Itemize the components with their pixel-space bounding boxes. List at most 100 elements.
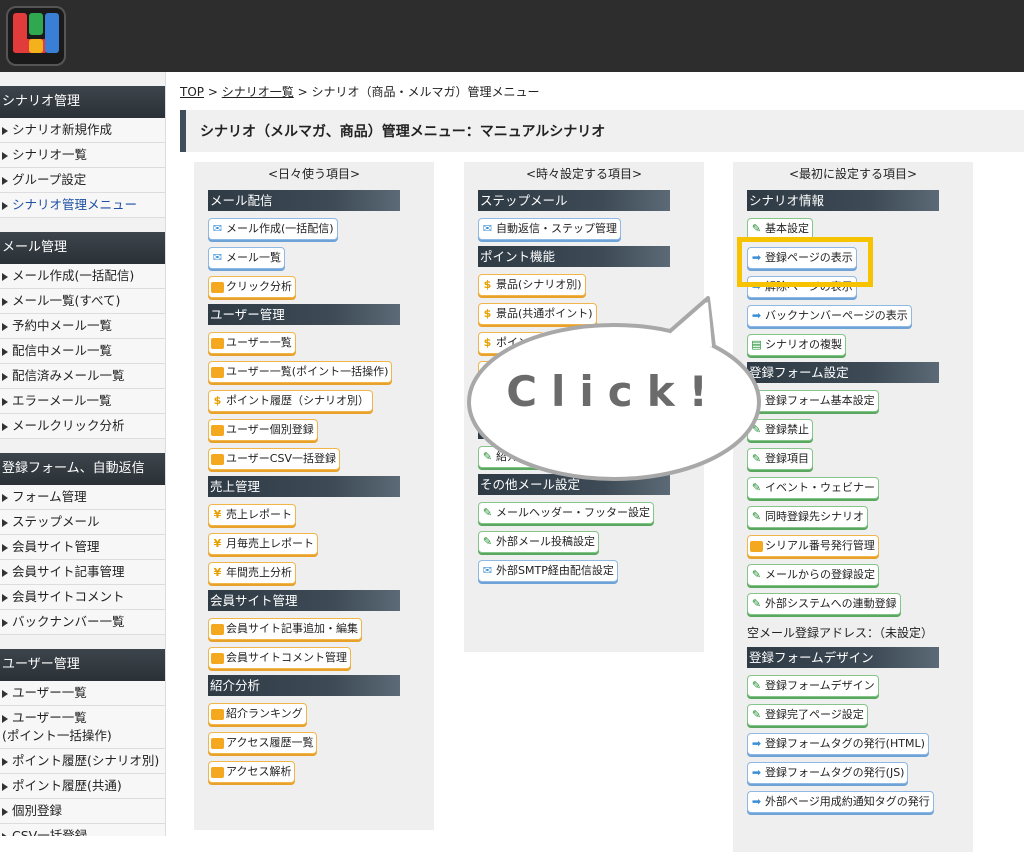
sidebar-item[interactable]: エラーメール一覧	[0, 389, 165, 414]
menu-button[interactable]: ✎ 外部システムへの連動登録	[747, 593, 901, 615]
breadcrumb-separator: >	[207, 85, 218, 99]
section-header: ユーザー管理	[208, 304, 400, 325]
sidebar-item[interactable]: 配信済みメール一覧	[0, 364, 165, 389]
menu-button[interactable]: ✎ 登録完了ページ設定	[747, 704, 868, 726]
menu-button[interactable]: ✎ 登録フォームデザイン	[747, 675, 879, 697]
sidebar-item-label: 配信済みメール一覧	[12, 368, 125, 383]
sidebar-item-label: 配信中メール一覧	[12, 343, 113, 358]
menu-button[interactable]: ✉ メール作成(一括配信)	[208, 218, 338, 240]
menu-button[interactable]: ¥ 年間売上分析	[208, 562, 296, 584]
sidebar-item-label: ポイント履歴(シナリオ別)	[12, 753, 160, 768]
sidebar-item[interactable]: 個別登録	[0, 799, 165, 824]
menu-button[interactable]: クリック分析	[208, 276, 296, 298]
sidebar-item[interactable]: メール一覧(すべて)	[0, 289, 165, 314]
id-card-icon	[211, 281, 224, 293]
section-header: 売上管理	[208, 476, 400, 497]
menu-button[interactable]: ユーザー個別登録	[208, 419, 318, 441]
menu-button[interactable]: ✉ 自動返信・ステップ管理	[478, 218, 621, 240]
chevron-right-icon	[2, 689, 8, 698]
sidebar-item[interactable]: シナリオ一覧	[0, 143, 165, 168]
sidebar-item[interactable]: シナリオ管理メニュー	[0, 193, 165, 218]
menu-button[interactable]: シリアル番号発行管理	[747, 535, 879, 557]
pencil-icon: ✎	[751, 679, 762, 692]
menu-button[interactable]: ✎登録フォーム基本設定	[747, 390, 879, 412]
sidebar-item[interactable]: 予約中メール一覧	[0, 314, 165, 339]
menu-button-label: 売上レポート	[226, 508, 292, 521]
dollar-icon: $	[213, 394, 222, 407]
sidebar-item[interactable]: メールクリック分析	[0, 414, 165, 439]
menu-button[interactable]: ✉ メール一覧	[208, 247, 285, 269]
sidebar-item[interactable]: ポイント履歴(シナリオ別)	[0, 749, 165, 774]
click-speech-bubble: Click!	[464, 292, 764, 482]
chevron-right-icon	[2, 151, 8, 160]
sidebar-item-label: メール一覧(すべて)	[12, 293, 121, 308]
breadcrumb-top-link[interactable]: TOP	[180, 85, 204, 99]
chevron-right-icon	[2, 568, 8, 577]
chevron-right-icon	[2, 176, 8, 185]
menu-button[interactable]: ¥ 月毎売上レポート	[208, 533, 318, 555]
menu-button[interactable]: ✎ 同時登録先シナリオ	[747, 506, 868, 528]
sidebar-item[interactable]: ステップメール	[0, 510, 165, 535]
yen-icon: ¥	[213, 566, 222, 579]
sidebar-item[interactable]: ユーザー一覧	[0, 681, 165, 706]
pencil-icon: ✎	[751, 708, 762, 721]
chevron-right-icon	[2, 807, 8, 816]
menu-button-label: メールヘッダー・フッター設定	[496, 506, 650, 519]
menu-button[interactable]: ✎ メールからの登録設定	[747, 564, 879, 586]
sidebar-item-label: 個別登録	[12, 803, 63, 818]
sidebar-item-label: ユーザー一覧 (ポイント一括操作)	[2, 710, 112, 743]
sidebar-item-label: エラーメール一覧	[12, 393, 112, 408]
sidebar-item-label: グループ設定	[12, 172, 87, 187]
id-card-icon	[211, 337, 224, 349]
sidebar-item[interactable]: グループ設定	[0, 168, 165, 193]
menu-button[interactable]: ユーザー一覧	[208, 332, 296, 354]
menu-button-label: 登録フォームデザイン	[765, 679, 875, 692]
menu-button[interactable]: ➡ 外部ページ用成約通知タグの発行	[747, 791, 934, 813]
sidebar-item[interactable]: シナリオ新規作成	[0, 118, 165, 143]
id-card-icon	[211, 708, 224, 720]
menu-button[interactable]: アクセス履歴一覧	[208, 732, 318, 754]
sidebar-item[interactable]: 会員サイト管理	[0, 535, 165, 560]
menu-button[interactable]: ➡ バックナンバーページの表示	[747, 305, 912, 327]
menu-button[interactable]: ✎ 外部メール投稿設定	[478, 531, 599, 553]
column-header: <時々設定する項目>	[525, 167, 643, 181]
sidebar-item-label: CSV一括登録	[12, 828, 88, 836]
sidebar-item-label: シナリオ管理メニュー	[12, 197, 138, 212]
menu-button[interactable]: ➡ 登録フォームタグの発行(JS)	[747, 762, 909, 784]
chevron-right-icon	[2, 714, 8, 723]
menu-button-label: 登録フォームタグの発行(HTML)	[765, 737, 925, 750]
daily-items-column: <日々使う項目> メール配信 ✉ メール作成(一括配信) ✉ メール一覧 クリック分析 ユーザ…	[194, 162, 434, 830]
sidebar-item[interactable]: ユーザー一覧 (ポイント一括操作)	[0, 706, 165, 749]
sidebar-item[interactable]: 会員サイトコメント	[0, 585, 165, 610]
menu-button[interactable]: 紹介ランキング	[208, 703, 307, 725]
menu-button[interactable]: ➡ 登録フォームタグの発行(HTML)	[747, 733, 929, 755]
section-header: 登録フォームデザイン	[747, 647, 939, 668]
sidebar-item[interactable]: 会員サイト記事管理	[0, 560, 165, 585]
menu-button[interactable]: ユーザーCSV一括登録	[208, 448, 340, 470]
sidebar-item[interactable]: フォーム管理	[0, 485, 165, 510]
app-logo[interactable]	[6, 6, 66, 66]
menu-button[interactable]: ¥ 売上レポート	[208, 504, 296, 526]
column-header: <最初に設定する項目>	[788, 167, 918, 181]
menu-button[interactable]: 会員サイト記事追加・編集	[208, 618, 362, 640]
sidebar-item[interactable]: メール作成(一括配信)	[0, 264, 165, 289]
menu-button[interactable]: ✉ 外部SMTP経由配信設定	[478, 560, 618, 582]
page-title: シナリオ（メルマガ、商品）管理メニュー：マニュアルシナリオ	[200, 124, 606, 140]
breadcrumb-current: シナリオ（商品・メルマガ）管理メニュー	[311, 85, 540, 99]
breadcrumb-scenario-list-link[interactable]: シナリオ一覧	[222, 85, 294, 99]
menu-button[interactable]: ✎ メールヘッダー・フッター設定	[478, 502, 654, 524]
menu-button[interactable]: ユーザー一覧(ポイント一括操作)	[208, 361, 393, 383]
menu-button-label: 会員サイトコメント管理	[226, 651, 347, 664]
pencil-icon: ✎	[751, 568, 762, 581]
sidebar-item[interactable]: 配信中メール一覧	[0, 339, 165, 364]
sidebar: シナリオ管理 シナリオ新規作成 シナリオ一覧 グループ設定 シナリオ管理メニュー メール管…	[0, 72, 166, 836]
menu-button[interactable]: ✎ イベント・ウェビナー	[747, 477, 879, 499]
sidebar-item[interactable]: CSV一括登録	[0, 824, 165, 836]
chevron-right-icon	[2, 493, 8, 502]
menu-button-label: 外部システムへの連動登録	[765, 597, 897, 610]
menu-button[interactable]: アクセス解析	[208, 761, 296, 783]
sidebar-item[interactable]: ポイント履歴(共通)	[0, 774, 165, 799]
menu-button[interactable]: $ ポイント履歴（シナリオ別）	[208, 390, 373, 412]
menu-button[interactable]: 会員サイトコメント管理	[208, 647, 351, 669]
sidebar-item[interactable]: バックナンバー一覧	[0, 610, 165, 635]
